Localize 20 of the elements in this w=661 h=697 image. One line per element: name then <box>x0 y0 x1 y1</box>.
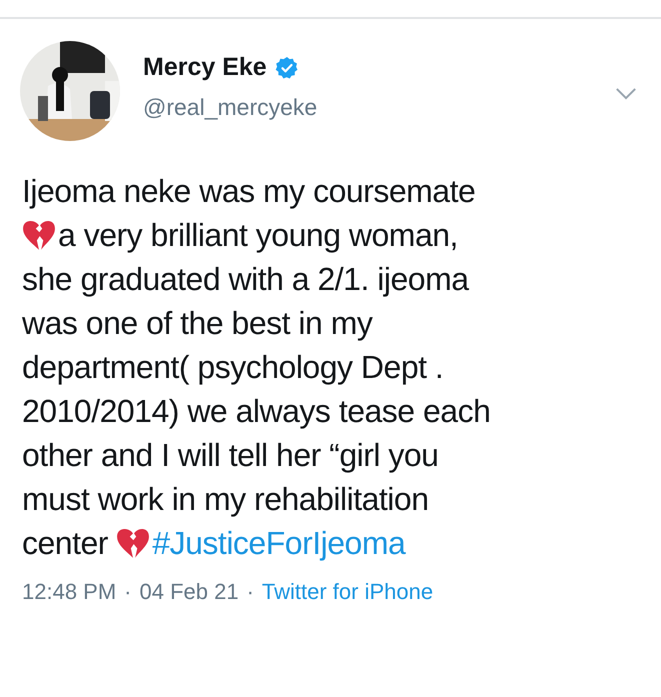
chevron-down-icon[interactable] <box>615 87 637 100</box>
author-handle: @real_mercyeke <box>143 94 318 121</box>
source-link[interactable]: Twitter for iPhone <box>262 579 434 605</box>
hashtag-link[interactable]: #JusticeForIjeoma <box>152 524 406 562</box>
tweet-text: Ijeoma neke was my coursemate <box>22 172 476 210</box>
tweet-text: she graduated with a 2/1. ijeoma <box>22 260 469 298</box>
tweet-text: other and I will tell her “girl you <box>22 436 438 474</box>
tweet-text: department( psychology Dept . <box>22 348 444 386</box>
tweet-text: a very brilliant young woman, <box>58 216 458 254</box>
tweet-date: 04 Feb 21 <box>140 579 239 605</box>
tweet-text: was one of the best in my <box>22 304 372 342</box>
author-name: Mercy Eke <box>143 53 267 82</box>
tweet-text: 2010/2014) we always tease each <box>22 392 490 430</box>
tweet-text: center <box>22 524 109 562</box>
broken-heart-icon <box>22 219 56 251</box>
tweet-text: must work in my rehabilitation <box>22 480 428 518</box>
separator-dot: · <box>246 579 254 605</box>
tweet-time: 12:48 PM <box>22 579 116 605</box>
separator-dot: · <box>124 579 132 605</box>
broken-heart-icon <box>116 527 150 559</box>
